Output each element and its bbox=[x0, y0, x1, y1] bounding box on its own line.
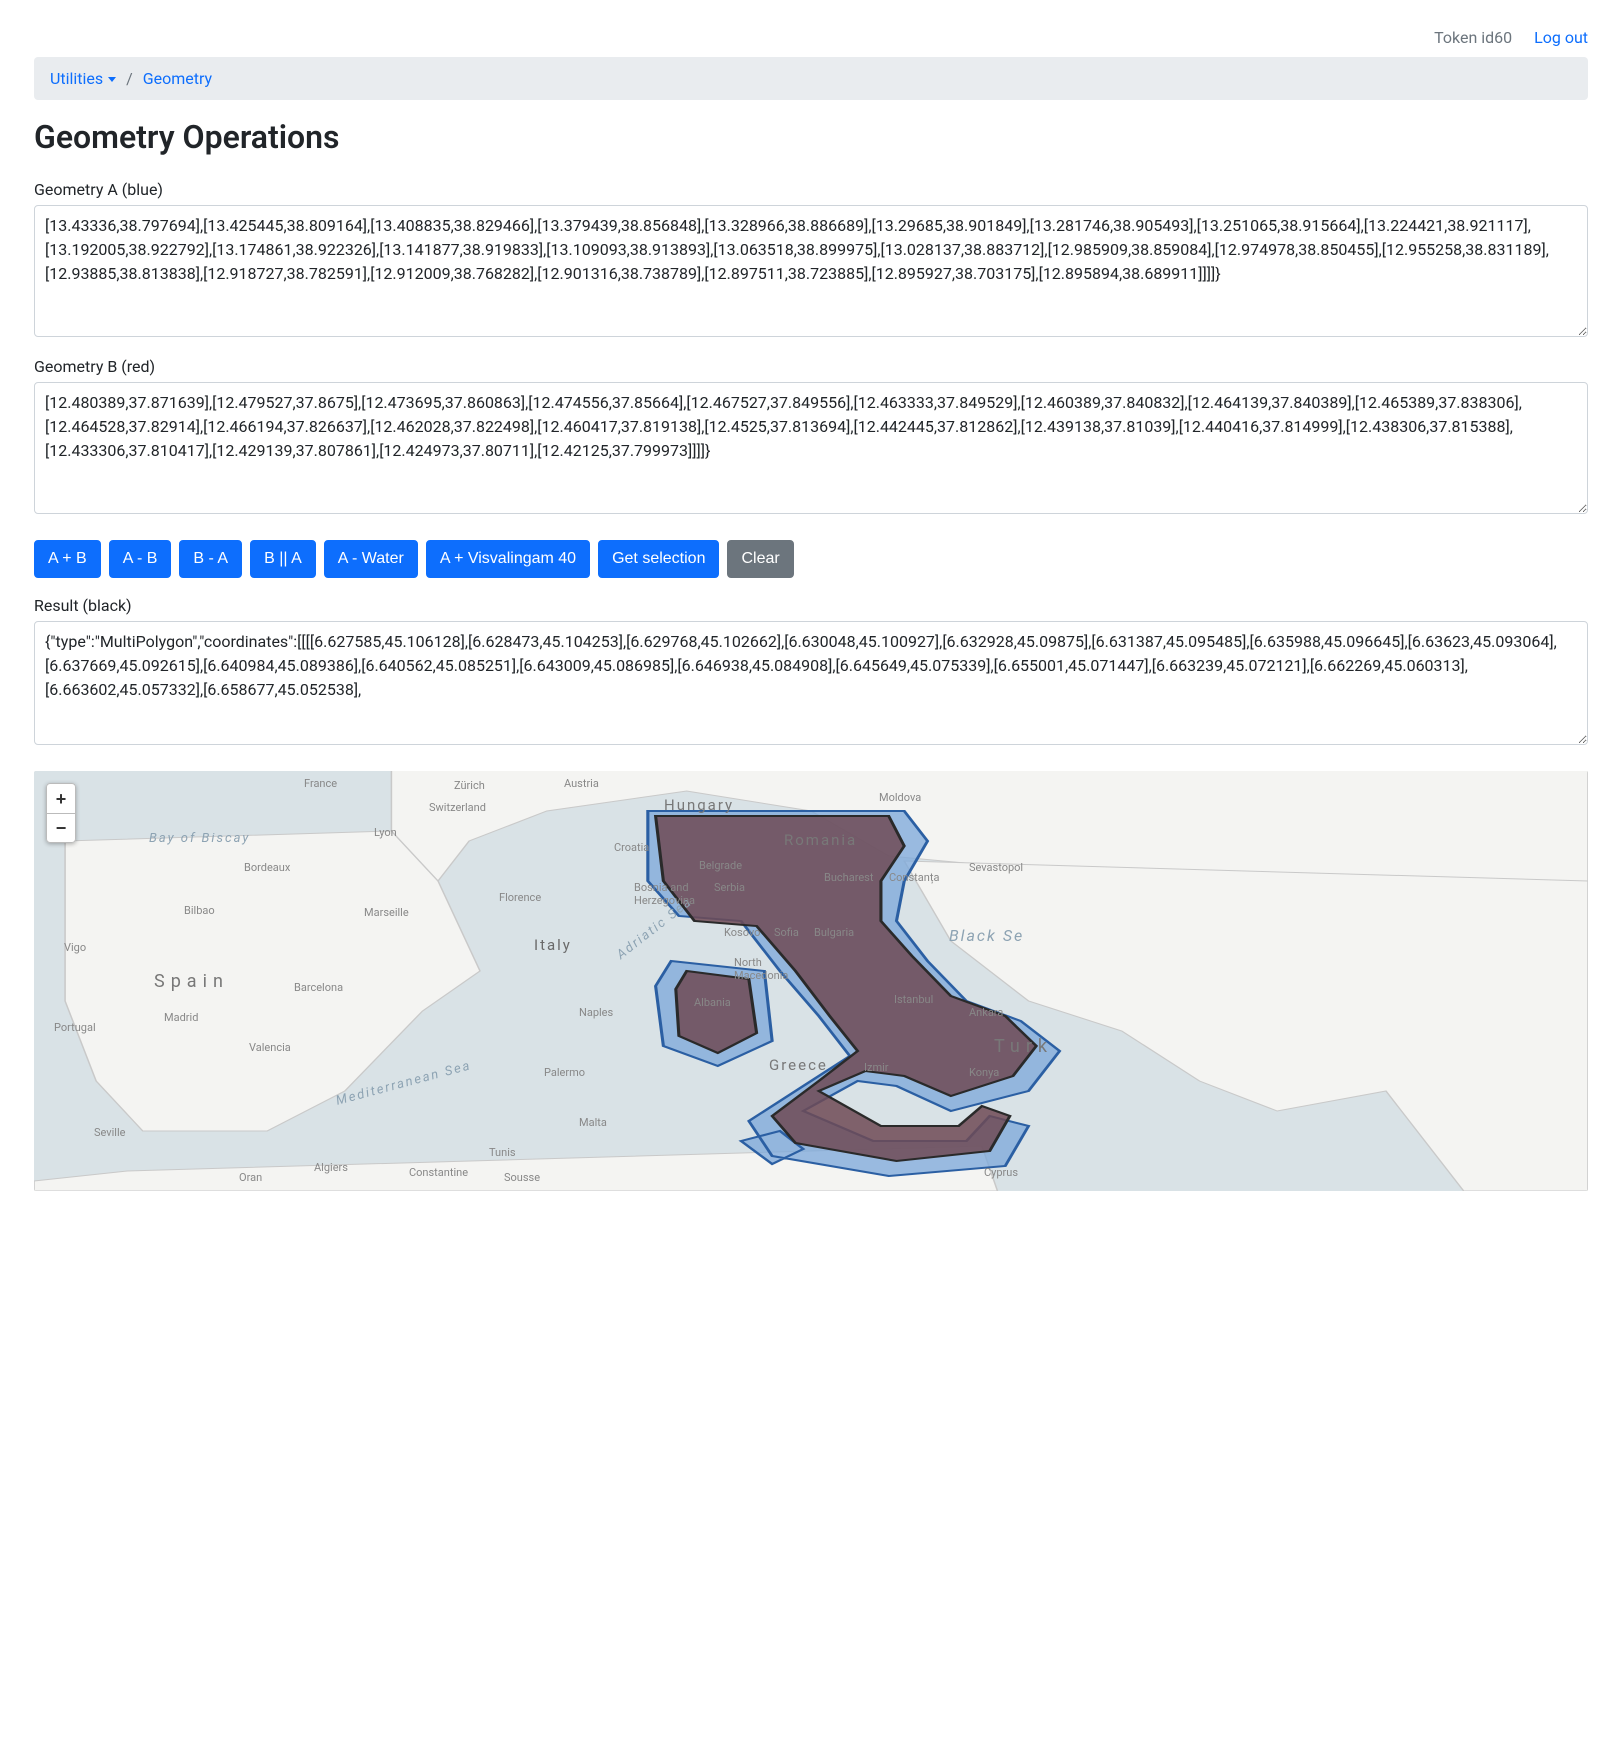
token-label: Token id60 bbox=[1434, 28, 1512, 47]
label-result: Result (black) bbox=[34, 596, 1588, 615]
a-minus-b-button[interactable]: A - B bbox=[109, 540, 172, 578]
geom-a-input[interactable] bbox=[34, 205, 1588, 337]
result-input[interactable] bbox=[34, 621, 1588, 745]
b-or-a-button[interactable]: B || A bbox=[250, 540, 316, 578]
clear-button[interactable]: Clear bbox=[727, 540, 793, 578]
breadcrumb-separator: / bbox=[120, 69, 139, 88]
breadcrumb-geometry[interactable]: Geometry bbox=[143, 69, 212, 88]
a-plus-b-button[interactable]: A + B bbox=[34, 540, 101, 578]
a-plus-visvalingam-button[interactable]: A + Visvalingam 40 bbox=[426, 540, 590, 578]
b-minus-a-button[interactable]: B - A bbox=[179, 540, 242, 578]
label-geom-a: Geometry A (blue) bbox=[34, 180, 1588, 199]
geom-b-input[interactable] bbox=[34, 382, 1588, 514]
map-view[interactable]: + − Bay of Biscay Mediterranean Sea Adri… bbox=[34, 771, 1588, 1191]
logout-link[interactable]: Log out bbox=[1534, 28, 1588, 47]
chevron-down-icon bbox=[108, 77, 116, 82]
zoom-controls: + − bbox=[46, 783, 76, 843]
zoom-in-button[interactable]: + bbox=[46, 783, 76, 813]
label-geom-b: Geometry B (red) bbox=[34, 357, 1588, 376]
zoom-out-button[interactable]: − bbox=[46, 813, 76, 843]
breadcrumb-utilities[interactable]: Utilities bbox=[50, 69, 116, 88]
page-title: Geometry Operations bbox=[34, 118, 1588, 156]
map-svg bbox=[34, 771, 1588, 1191]
get-selection-button[interactable]: Get selection bbox=[598, 540, 719, 578]
operations-row: A + B A - B B - A B || A A - Water A + V… bbox=[34, 540, 1588, 578]
breadcrumb: Utilities / Geometry bbox=[34, 57, 1588, 100]
a-minus-water-button[interactable]: A - Water bbox=[324, 540, 418, 578]
